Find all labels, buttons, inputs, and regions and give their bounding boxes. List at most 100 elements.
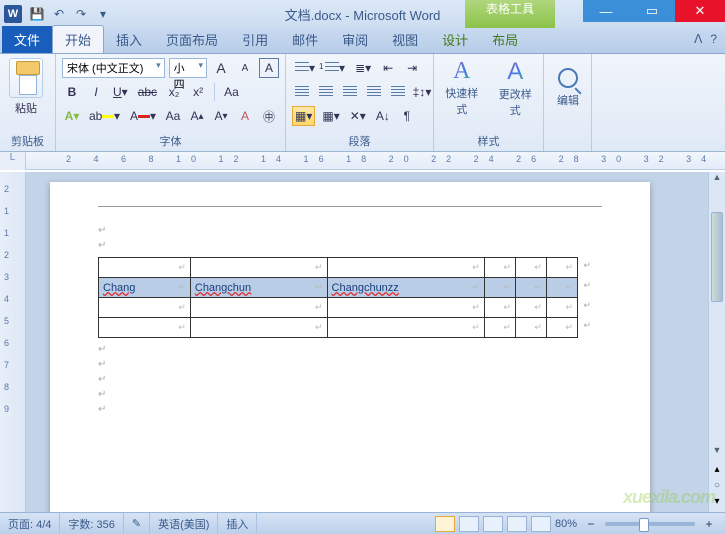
table-cell[interactable]: ↵	[190, 318, 327, 338]
zoom-level[interactable]: 80%	[555, 518, 577, 530]
change-case-button[interactable]: Aa	[221, 82, 242, 102]
phonetic-guide-button[interactable]: Aa	[163, 106, 183, 126]
zoom-out-button[interactable]: −	[581, 514, 601, 534]
table-cell[interactable]: ↵	[515, 278, 546, 298]
table-cell[interactable]: ↵↵	[546, 318, 577, 338]
table-cell[interactable]: ↵	[99, 318, 191, 338]
find-icon[interactable]	[558, 68, 578, 88]
font-name-combo[interactable]: 宋体 (中文正文)	[62, 58, 165, 78]
shading-button[interactable]: ▦▾	[292, 106, 315, 126]
tab-insert[interactable]: 插入	[104, 26, 154, 53]
increase-indent-button[interactable]: ⇥	[402, 58, 422, 78]
italic-button[interactable]: I	[86, 82, 106, 102]
borders-button[interactable]: ▦▾	[319, 106, 342, 126]
bullets-button[interactable]: ▾	[292, 58, 318, 78]
tab-mailings[interactable]: 邮件	[280, 26, 330, 53]
paste-button[interactable]: 粘贴	[12, 98, 40, 118]
scroll-up-icon[interactable]: ▲	[709, 172, 725, 189]
vertical-ruler[interactable]: 2 1 1 2 3 4 5 6 7 8 9	[0, 172, 26, 512]
table-cell[interactable]: ↵	[484, 278, 515, 298]
bold-button[interactable]: B	[62, 82, 82, 102]
text-effects-button[interactable]: A▾	[62, 106, 82, 126]
table-cell[interactable]: Changchunzz↵	[327, 278, 484, 298]
table-cell[interactable]: ↵	[99, 298, 191, 318]
ruler-corner[interactable]: L	[0, 152, 26, 170]
view-draft-button[interactable]	[531, 516, 551, 532]
shrink-font-button[interactable]: A	[235, 58, 255, 78]
table-cell[interactable]: ↵	[484, 318, 515, 338]
table-cell[interactable]: ↵↵	[546, 278, 577, 298]
show-marks-button[interactable]: A↓	[373, 106, 393, 126]
font-size-combo[interactable]: 小四	[169, 58, 207, 78]
view-fullscreen-button[interactable]	[459, 516, 479, 532]
table-cell[interactable]: ↵	[190, 258, 327, 278]
next-page-icon[interactable]: ▾	[709, 496, 725, 512]
table-cell[interactable]: ↵	[327, 298, 484, 318]
scroll-thumb[interactable]	[711, 212, 723, 302]
status-word-count[interactable]: 字数: 356	[60, 513, 123, 534]
document-page[interactable]: ↵ ↵ ↵ ↵ ↵ ↵ ↵ ↵↵ Chang↵ Changchun↵ Chang…	[50, 182, 650, 512]
tab-review[interactable]: 审阅	[330, 26, 380, 53]
line-spacing-button[interactable]: ‡↕▾	[412, 82, 432, 102]
superscript-button[interactable]: x²	[188, 82, 208, 102]
tab-table-layout[interactable]: 布局	[480, 26, 530, 53]
justify-button[interactable]	[364, 82, 384, 102]
status-language[interactable]: 英语(美国)	[150, 513, 218, 534]
table-cell[interactable]: ↵	[327, 258, 484, 278]
decrease-indent-button[interactable]: ⇤	[378, 58, 398, 78]
redo-icon[interactable]: ↷	[72, 5, 90, 23]
table-cell[interactable]: ↵	[99, 258, 191, 278]
status-page[interactable]: 页面: 4/4	[0, 513, 60, 534]
vertical-scrollbar[interactable]: ▲ ▼ ▴ ○ ▾	[708, 172, 725, 512]
editing-button[interactable]: 编辑	[557, 92, 579, 108]
table-cell[interactable]: ↵	[327, 318, 484, 338]
tab-table-design[interactable]: 设计	[430, 26, 480, 53]
distribute-button[interactable]	[388, 82, 408, 102]
zoom-slider[interactable]	[605, 522, 695, 526]
table-cell[interactable]: ↵↵	[546, 258, 577, 278]
save-icon[interactable]: 💾	[28, 5, 46, 23]
status-insert-mode[interactable]: 插入	[218, 513, 257, 534]
scroll-down-icon[interactable]: ▼	[709, 445, 725, 462]
quick-styles-icon[interactable]: A	[440, 58, 484, 85]
strikethrough-button[interactable]: abc	[135, 82, 160, 102]
view-print-layout-button[interactable]	[435, 516, 455, 532]
view-web-button[interactable]	[483, 516, 503, 532]
table-cell[interactable]: ↵↵	[546, 298, 577, 318]
tab-references[interactable]: 引用	[230, 26, 280, 53]
table-cell[interactable]: Chang↵	[99, 278, 191, 298]
numbering-button[interactable]: ▾	[322, 58, 348, 78]
minimize-button[interactable]: —	[583, 0, 629, 22]
sort-button[interactable]: ✕▾	[347, 106, 369, 126]
tab-page-layout[interactable]: 页面布局	[154, 26, 230, 53]
horizontal-ruler[interactable]: 2 4 6 8 10 12 14 16 18 20 22 24 26 28 30…	[26, 152, 725, 169]
clear-format-button[interactable]: A	[235, 106, 255, 126]
align-left-button[interactable]	[292, 82, 312, 102]
align-center-button[interactable]	[316, 82, 336, 102]
table-cell[interactable]: ↵	[484, 298, 515, 318]
grow-font-button[interactable]: A	[211, 58, 231, 78]
highlight-button[interactable]: ab▾	[86, 106, 123, 126]
maximize-button[interactable]: ▭	[629, 0, 675, 22]
undo-icon[interactable]: ↶	[50, 5, 68, 23]
browse-object-icon[interactable]: ○	[709, 480, 725, 496]
enlarge-char-button[interactable]: A▴	[187, 106, 207, 126]
table-cell[interactable]: Changchun↵	[190, 278, 327, 298]
tab-file[interactable]: 文件	[2, 26, 52, 53]
status-proofing[interactable]: ✎	[124, 513, 150, 534]
multilevel-button[interactable]: ≣▾	[352, 58, 374, 78]
quick-styles-button[interactable]: 快速样式	[440, 85, 484, 117]
table-cell[interactable]: ↵	[190, 298, 327, 318]
font-color-button[interactable]: A▾	[127, 106, 159, 126]
tab-view[interactable]: 视图	[380, 26, 430, 53]
help-icon[interactable]: ?	[710, 32, 717, 46]
zoom-in-button[interactable]: +	[699, 514, 719, 534]
view-outline-button[interactable]	[507, 516, 527, 532]
qat-more-icon[interactable]: ▾	[94, 5, 112, 23]
close-button[interactable]: ✕	[675, 0, 725, 22]
underline-button[interactable]: U▾	[110, 82, 131, 102]
table-cell[interactable]: ↵	[515, 298, 546, 318]
prev-page-icon[interactable]: ▴	[709, 464, 725, 480]
char-border-button[interactable]: A	[259, 58, 279, 78]
paragraph-mark-button[interactable]: ¶	[397, 106, 417, 126]
